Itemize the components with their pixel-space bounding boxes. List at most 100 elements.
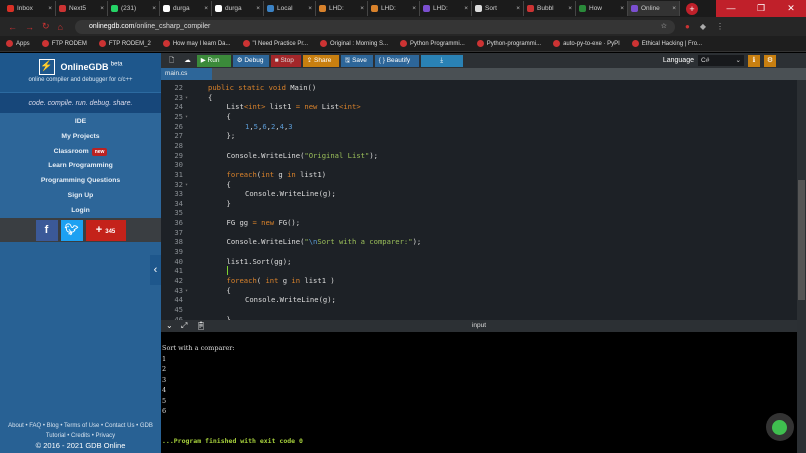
- bookmark-item[interactable]: How may I learn Da...: [162, 40, 231, 47]
- tab-favicon-icon: [579, 5, 586, 12]
- extension-icon[interactable]: ●: [685, 22, 690, 31]
- home-icon[interactable]: ⌂: [58, 22, 63, 32]
- fold-arrow-icon[interactable]: ▾: [185, 114, 188, 120]
- footer-links[interactable]: About • FAQ • Blog • Terms of Use • Cont…: [0, 421, 161, 431]
- browser-tab[interactable]: durga ×: [160, 1, 212, 16]
- close-tab-icon[interactable]: ×: [360, 5, 364, 12]
- close-tab-icon[interactable]: ×: [100, 5, 104, 12]
- language-select[interactable]: C# ⌄: [698, 55, 744, 66]
- url-input[interactable]: onlinegdb.com/online_csharp_compiler ☆: [74, 19, 675, 34]
- line-number: 27: [174, 131, 183, 141]
- facebook-share-button[interactable]: f: [35, 220, 58, 241]
- bookmark-item[interactable]: Python Programmi...: [400, 40, 465, 47]
- new-file-icon[interactable]: 🗋: [165, 55, 178, 67]
- input-tab[interactable]: input: [161, 320, 797, 332]
- sidebar-item-ide[interactable]: IDE: [0, 115, 161, 130]
- close-tab-icon[interactable]: ×: [672, 5, 676, 12]
- settings-gear-icon[interactable]: ⚙: [764, 54, 776, 67]
- debug-button[interactable]: ⚙ Debug: [232, 54, 269, 67]
- browser-tab[interactable]: Sort ×: [472, 1, 524, 16]
- line-number: 43: [174, 285, 183, 295]
- new-tab-button[interactable]: +: [686, 2, 698, 15]
- bookmark-item[interactable]: FTP RODEM_2: [98, 40, 151, 47]
- code-editor[interactable]: 22 23 ▾ 24 25 ▾ 26 27 28 29 30 31 32 ▾ 33 34 35 36 37 38 39 4…: [161, 80, 797, 320]
- vertical-scrollbar[interactable]: [797, 80, 806, 453]
- close-tab-icon[interactable]: ×: [152, 5, 156, 12]
- browser-tab[interactable]: Local ×: [264, 1, 316, 16]
- chat-button[interactable]: [766, 413, 794, 441]
- close-tab-icon[interactable]: ×: [256, 5, 260, 12]
- minimize-button[interactable]: —: [716, 0, 746, 17]
- footer-links-2[interactable]: Tutorial • Credits • Privacy: [0, 431, 161, 441]
- close-tab-icon[interactable]: ×: [516, 5, 520, 12]
- browser-tab[interactable]: LHD: ×: [316, 1, 368, 16]
- browser-tab[interactable]: Next5 ×: [56, 1, 108, 16]
- bookmark-item[interactable]: FTP RODEM: [41, 40, 87, 47]
- save-button[interactable]: 🖫 Save: [340, 54, 373, 67]
- fold-arrow-icon[interactable]: ▾: [185, 288, 188, 294]
- bookmark-item[interactable]: "I Need Practice Pr...: [242, 40, 308, 47]
- browser-tab[interactable]: Inbox ×: [4, 1, 56, 16]
- more-share-button[interactable]: + 345: [85, 220, 126, 241]
- close-tab-icon[interactable]: ×: [412, 5, 416, 12]
- line-number: 37: [174, 227, 183, 237]
- sidebar-item-programming-questions[interactable]: Programming Questions: [0, 174, 161, 189]
- run-button[interactable]: ▶ Run: [196, 54, 231, 67]
- bookmark-item[interactable]: Original : Morning S...: [320, 40, 388, 47]
- logo[interactable]: ⚡ OnlineGDB beta online compiler and debu…: [0, 53, 161, 92]
- code-token: list1): [295, 169, 327, 179]
- console-output[interactable]: Sort with a comparer: 1 2 3 4 5 6 ...Program f…: [161, 332, 797, 453]
- fold-arrow-icon[interactable]: ▾: [185, 95, 188, 101]
- sidebar-item-my-projects[interactable]: My Projects: [0, 130, 161, 145]
- close-tab-icon[interactable]: ×: [204, 5, 208, 12]
- sidebar-item-login[interactable]: Login: [0, 204, 161, 219]
- stop-button[interactable]: ■ Stop: [270, 54, 301, 67]
- info-icon[interactable]: ℹ: [748, 54, 760, 67]
- share-button[interactable]: ⇪ Share: [302, 54, 339, 67]
- sidebar-menu: IDE My Projects Classroom new Learn Progr…: [0, 113, 161, 218]
- beautify-button[interactable]: { } Beautify: [374, 54, 419, 67]
- bookmark-item[interactable]: Apps: [6, 40, 30, 47]
- collapse-sidebar-button[interactable]: ‹: [150, 255, 161, 285]
- close-tab-icon[interactable]: ×: [568, 5, 572, 12]
- browser-tab[interactable]: (231) ×: [108, 1, 160, 16]
- tab-main-cs[interactable]: main.cs: [161, 68, 212, 80]
- close-tab-icon[interactable]: ×: [48, 5, 52, 12]
- sidebar-item-classroom[interactable]: Classroom new: [0, 145, 161, 160]
- fold-arrow-icon[interactable]: ▾: [185, 182, 188, 188]
- code-token: Sort with a comparer:": [317, 237, 413, 247]
- line-number: 34: [174, 198, 183, 208]
- reload-icon[interactable]: ↻: [42, 21, 50, 32]
- bookmark-star-icon[interactable]: ☆: [661, 20, 667, 34]
- close-tab-icon[interactable]: ×: [464, 5, 468, 12]
- browser-tab[interactable]: Online ×: [628, 1, 680, 16]
- forward-icon[interactable]: →: [25, 22, 34, 32]
- browser-tab[interactable]: LHD: ×: [420, 1, 472, 16]
- bookmark-item[interactable]: Python-programmi...: [476, 40, 541, 47]
- tab-label: Inbox: [17, 5, 33, 12]
- back-icon[interactable]: ←: [8, 22, 17, 32]
- extension-icon[interactable]: ◆: [700, 22, 706, 31]
- output-line: 6: [162, 407, 167, 415]
- close-tab-icon[interactable]: ×: [620, 5, 624, 12]
- browser-tab[interactable]: LHD: ×: [368, 1, 420, 16]
- url-domain: onlinegdb.com: [88, 22, 135, 30]
- code-token: }: [226, 198, 231, 208]
- tab-label: durga: [173, 5, 190, 12]
- close-tab-icon[interactable]: ×: [308, 5, 312, 12]
- browser-tab[interactable]: Bubbl ×: [524, 1, 576, 16]
- code-token: in: [291, 276, 301, 285]
- browser-tab[interactable]: durga ×: [212, 1, 264, 16]
- line-number: 42: [174, 276, 183, 285]
- bookmark-item[interactable]: Ethical Hacking | Fro...: [631, 40, 702, 47]
- sidebar-item-learn-programming[interactable]: Learn Programming: [0, 159, 161, 174]
- upload-icon[interactable]: ☁: [180, 55, 195, 67]
- sidebar-item-sign-up[interactable]: Sign Up: [0, 189, 161, 204]
- menu-icon[interactable]: ⋮: [716, 22, 724, 31]
- bookmark-item[interactable]: auto-py-to-exe · PyPI: [553, 40, 620, 47]
- close-window-button[interactable]: ✕: [776, 0, 806, 17]
- maximize-button[interactable]: ❐: [746, 0, 776, 17]
- twitter-share-button[interactable]: 🐦︎: [60, 220, 83, 241]
- download-button[interactable]: ⤓: [420, 54, 463, 67]
- browser-tab[interactable]: How ×: [576, 1, 628, 16]
